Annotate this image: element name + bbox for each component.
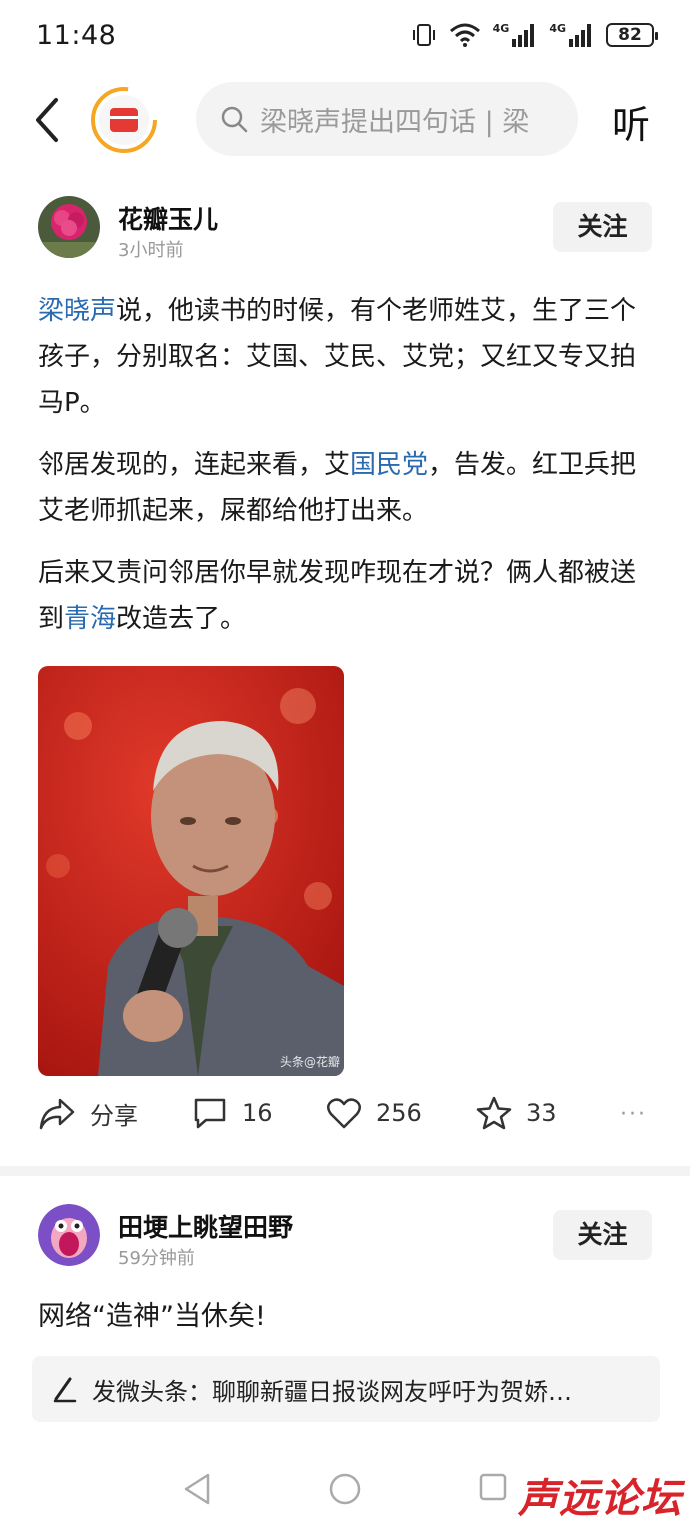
search-icon: [221, 106, 248, 133]
like-count: 256: [376, 1099, 422, 1127]
signal-icon: [569, 24, 591, 47]
share-icon: [39, 1098, 75, 1129]
battery-indicator: 82: [606, 23, 658, 47]
post-body: 梁晓声说，他读书的时候，有个老师姓艾，生了三个孩子，分别取名：艾国、艾民、艾党；…: [38, 288, 658, 658]
comment-button[interactable]: 16: [192, 1096, 273, 1130]
quoted-post-text: 发微头条：聊聊新疆日报谈网友呼吁为贺娇…: [92, 1377, 572, 1406]
topic-link[interactable]: 国民党: [350, 450, 428, 480]
cartoon-avatar-image: [38, 1204, 100, 1266]
star-icon: [476, 1096, 512, 1130]
watermark-logo: 声远论坛: [518, 1476, 682, 1522]
more-options-icon[interactable]: ···: [620, 1102, 647, 1127]
app-logo-icon[interactable]: [90, 86, 158, 154]
status-icons: 4G 4G 82: [411, 22, 658, 48]
post-time: 3小时前: [118, 240, 184, 261]
share-button[interactable]: 分享: [38, 1096, 138, 1131]
speaker-photo: [38, 666, 344, 1076]
wifi-icon: [449, 23, 480, 47]
vibrate-icon: [412, 24, 435, 46]
topic-link[interactable]: 梁晓声: [38, 296, 116, 326]
network-label-1: 4G: [492, 22, 510, 35]
favorite-button[interactable]: 33: [476, 1096, 557, 1130]
author-avatar[interactable]: [38, 196, 100, 258]
topic-link[interactable]: 青海: [64, 604, 116, 634]
home-circle-icon[interactable]: [328, 1472, 362, 1506]
author-name[interactable]: 田埂上眺望田野: [118, 1208, 293, 1244]
paragraph-text: 邻居发现的，连起来看，艾: [38, 450, 351, 480]
post-paragraph-3: 后来又责问邻居你早就发现咋现在才说？俩人都被送到青海改造去了。: [38, 550, 658, 642]
post-paragraph-2: 邻居发现的，连起来看，艾国民党，告发。红卫兵把艾老师抓起来，屎都给他打出来。: [38, 442, 658, 534]
share-label: 分享: [90, 1102, 138, 1130]
follow-button[interactable]: 关注: [553, 202, 652, 252]
signal-icon: [512, 24, 535, 47]
section-divider: [0, 1166, 690, 1176]
comment-count: 16: [242, 1099, 273, 1127]
system-nav-bar: 声远论坛: [0, 1456, 690, 1526]
post-image[interactable]: 头条@花瓣: [38, 666, 344, 1076]
image-watermark: 头条@花瓣: [279, 1055, 340, 1069]
post-paragraph-1: 梁晓声说，他读书的时候，有个老师姓艾，生了三个孩子，分别取名：艾国、艾民、艾党；…: [38, 288, 658, 426]
recent-apps-icon[interactable]: [478, 1472, 508, 1502]
search-placeholder: 梁晓声提出四句话 | 梁: [260, 106, 530, 138]
author-avatar[interactable]: [38, 1204, 100, 1266]
listen-button[interactable]: 听: [612, 94, 650, 149]
search-bar[interactable]: 梁晓声提出四句话 | 梁: [196, 82, 578, 156]
favorite-count: 33: [526, 1099, 557, 1127]
flower-avatar-image: [38, 196, 100, 258]
signal-1: 4G: [493, 23, 538, 47]
paragraph-text: 改造去了。: [116, 604, 247, 634]
action-bar: 分享 16 256 33 ···: [0, 1096, 690, 1140]
post-text: 网络“造神”当休矣!: [38, 1301, 266, 1332]
back-triangle-icon[interactable]: [182, 1472, 212, 1506]
heart-icon: [327, 1098, 361, 1129]
like-button[interactable]: 256: [326, 1096, 422, 1130]
top-nav: 梁晓声提出四句话 | 梁 听: [0, 76, 690, 168]
quoted-post-card[interactable]: 发微头条：聊聊新疆日报谈网友呼吁为贺娇…: [32, 1356, 660, 1422]
back-arrow-icon[interactable]: [28, 96, 68, 144]
pen-icon: [53, 1377, 77, 1403]
status-time: 11:48: [36, 20, 117, 51]
status-bar: 11:48 4G 4G 82: [0, 0, 690, 76]
signal-2: 4G: [549, 23, 594, 47]
paragraph-text: 说，他读书的时候，有个老师姓艾，生了三个孩子，分别取名：艾国、艾民、艾党；又红又…: [38, 296, 637, 418]
post-time: 59分钟前: [118, 1248, 195, 1269]
network-label-2: 4G: [549, 22, 566, 35]
comment-icon: [194, 1098, 226, 1129]
follow-button[interactable]: 关注: [553, 1210, 652, 1260]
author-name[interactable]: 花瓣玉儿: [118, 200, 218, 236]
